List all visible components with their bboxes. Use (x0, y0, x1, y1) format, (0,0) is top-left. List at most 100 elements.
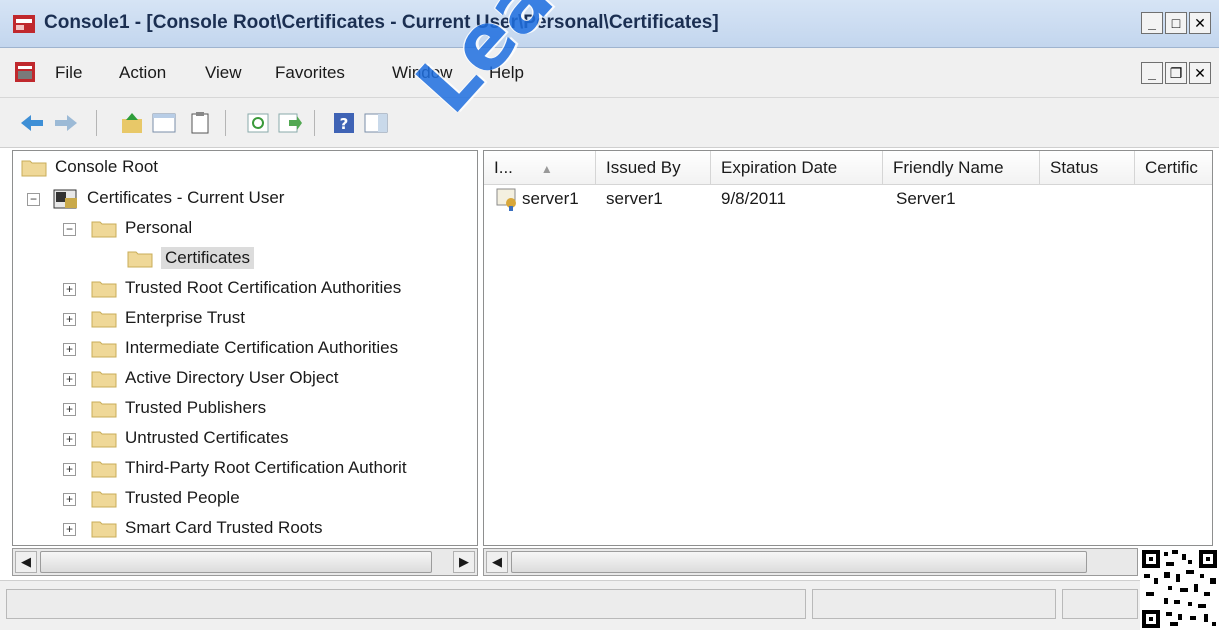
expand-icon[interactable]: + (63, 373, 76, 386)
minimize-icon[interactable]: _ (1141, 12, 1163, 34)
cell-issued-by: server1 (606, 189, 663, 208)
scroll-thumb[interactable] (40, 551, 432, 573)
tree-label: Enterprise Trust (125, 308, 245, 327)
column-header-status[interactable]: Status (1040, 151, 1135, 185)
tree-label-console-root: Console Root (55, 157, 159, 176)
help-icon[interactable]: ? (330, 109, 358, 137)
expand-icon[interactable]: + (63, 313, 76, 326)
expand-icon[interactable]: + (63, 283, 76, 296)
folder-icon (91, 308, 117, 328)
certificate-snapin-icon (53, 188, 79, 209)
tree-item-folder[interactable]: Untrusted Certificates (91, 423, 288, 453)
tree-label: Smart Card Trusted Roots (125, 518, 323, 537)
menu-bar: File Action View Favorites Window Help _… (0, 48, 1219, 98)
expand-icon[interactable]: + (63, 463, 76, 476)
up-folder-icon[interactable] (118, 109, 146, 137)
list-horizontal-scrollbar[interactable]: ◀ (483, 548, 1138, 576)
cell-friendly-name: Server1 (896, 189, 956, 208)
mdi-close-icon[interactable]: ✕ (1189, 62, 1211, 84)
tree-item-console-root[interactable]: Console Root (21, 152, 158, 182)
title-bar: Console1 - [Console Root\Certificates - … (0, 0, 1219, 48)
column-header-issued-by[interactable]: Issued By (596, 151, 711, 185)
column-header-issued-to[interactable]: I... ▲ (484, 151, 596, 185)
tree-label-certificates-current-user: Certificates - Current User (87, 188, 285, 207)
folder-icon (91, 338, 117, 358)
scroll-left-icon[interactable]: ◀ (15, 551, 37, 573)
cell-expiration-date: 9/8/2011 (721, 189, 786, 208)
tree-item-certificates-current-user[interactable]: Certificates - Current User (53, 183, 284, 213)
console-document-icon[interactable] (14, 60, 36, 84)
folder-icon (91, 398, 117, 418)
folder-icon (91, 278, 117, 298)
expand-icon[interactable]: + (63, 523, 76, 536)
menu-file[interactable]: File (55, 63, 82, 83)
scroll-right-icon[interactable]: ▶ (453, 551, 475, 573)
tree-label: Trusted Root Certification Authorities (125, 278, 402, 297)
expand-icon[interactable]: + (63, 403, 76, 416)
status-bar (0, 580, 1219, 630)
collapse-icon[interactable]: − (63, 223, 76, 236)
expand-icon[interactable]: + (63, 493, 76, 506)
svg-text:?: ? (340, 115, 349, 133)
results-list-pane[interactable]: I... ▲ Issued By Expiration Date Friendly… (483, 150, 1213, 546)
export-list-icon[interactable] (276, 109, 304, 137)
menu-view[interactable]: View (205, 63, 242, 83)
tree-item-folder[interactable]: Smart Card Trusted Roots (91, 513, 322, 543)
folder-icon (91, 488, 117, 508)
tree-item-folder[interactable]: Trusted Root Certification Authorities (91, 273, 401, 303)
window-title: Console1 - [Console Root\Certificates - … (44, 12, 719, 33)
folder-icon (21, 157, 47, 177)
show-hide-tree-icon[interactable] (150, 109, 178, 137)
mdi-restore-icon[interactable]: ❐ (1165, 62, 1187, 84)
tree-label-personal: Personal (125, 218, 193, 237)
column-header-friendly-name[interactable]: Friendly Name (883, 151, 1040, 185)
restore-icon[interactable]: □ (1165, 12, 1187, 34)
scroll-thumb[interactable] (511, 551, 1087, 573)
close-icon[interactable]: ✕ (1189, 12, 1211, 34)
folder-icon (91, 368, 117, 388)
status-panel (1062, 589, 1138, 619)
expand-icon[interactable]: + (63, 343, 76, 356)
tree-item-folder[interactable]: Trusted Publishers (91, 393, 266, 423)
menu-favorites[interactable]: Favorites (275, 63, 345, 83)
menu-action[interactable]: Action (119, 63, 166, 83)
tree-item-folder[interactable]: Active Directory User Object (91, 363, 339, 393)
tree-label: Intermediate Certification Authorities (125, 338, 399, 357)
folder-icon (127, 248, 153, 268)
expand-icon[interactable]: + (63, 433, 76, 446)
tree-item-folder[interactable]: Enterprise Trust (91, 303, 245, 333)
mdi-minimize-icon[interactable]: _ (1141, 62, 1163, 84)
column-header-certificate-template[interactable]: Certific (1135, 151, 1212, 185)
tree-item-personal[interactable]: Personal (91, 213, 192, 243)
folder-icon (91, 518, 117, 538)
menu-help[interactable]: Help (489, 63, 524, 83)
action-pane-icon[interactable] (362, 109, 390, 137)
tree-item-folder[interactable]: Third-Party Root Certification Authorit (91, 453, 407, 483)
refresh-icon[interactable] (244, 109, 272, 137)
folder-icon (91, 218, 117, 238)
mmc-app-icon (13, 15, 35, 33)
tree-label: Trusted Publishers (125, 398, 267, 417)
menu-window[interactable]: Window (392, 63, 452, 83)
column-header-expiration-date[interactable]: Expiration Date (711, 151, 883, 185)
status-panel (6, 589, 806, 619)
scroll-left-icon[interactable]: ◀ (486, 551, 508, 573)
forward-arrow-icon[interactable] (52, 109, 80, 137)
tree-item-folder[interactable]: Trusted People (91, 483, 240, 513)
properties-icon[interactable] (186, 109, 214, 137)
certificate-icon (496, 187, 520, 216)
tree-label: Trusted People (125, 488, 240, 507)
folder-icon (91, 428, 117, 448)
folder-icon (91, 458, 117, 478)
collapse-icon[interactable]: − (27, 193, 40, 206)
cell-issued-to: server1 (522, 189, 579, 208)
tree-label: Active Directory User Object (125, 368, 339, 387)
tree-label: Untrusted Certificates (125, 428, 289, 447)
console-tree-pane[interactable]: Console Root − Certificates - Current Us… (12, 150, 478, 546)
tree-horizontal-scrollbar[interactable]: ◀ ▶ (12, 548, 478, 576)
qr-code-image (1140, 548, 1219, 630)
back-arrow-icon[interactable] (18, 109, 46, 137)
tree-item-folder[interactable]: Intermediate Certification Authorities (91, 333, 398, 363)
status-panel (812, 589, 1056, 619)
tree-item-certificates[interactable]: Certificates (127, 243, 255, 273)
